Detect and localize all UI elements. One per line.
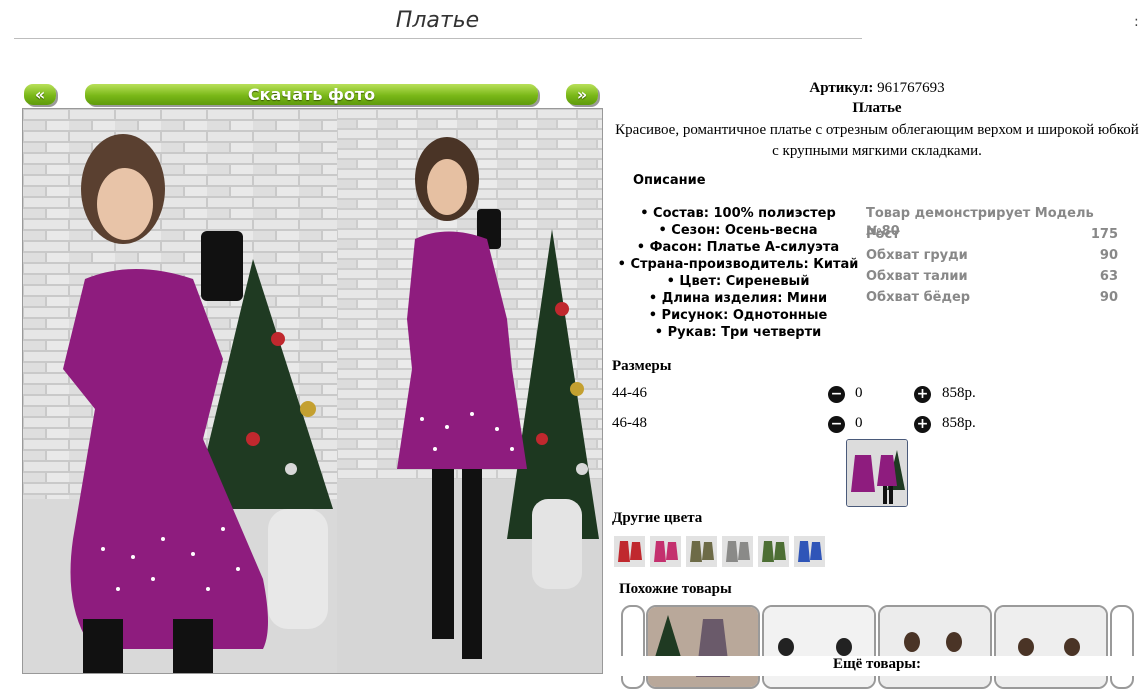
increase-quantity-button[interactable]: + [914,416,931,433]
corner-mark: : [1134,14,1139,30]
title-divider [14,38,862,39]
model-row-label: Обхват груди [866,248,968,263]
similar-product-card[interactable] [762,605,876,689]
color-thumbnail-image [722,536,753,567]
product-name: Платье [852,100,902,116]
more-products-label: Ещё товары: [612,656,1140,676]
model-row: Товар демонстрирует Модель №80 [866,205,1118,239]
quantity-value: 0 [855,415,863,431]
color-thumbnail[interactable] [650,536,681,567]
similar-product-card[interactable] [994,605,1108,689]
model-row: Обхват груди 90 [866,247,1118,268]
color-thumbnail[interactable] [614,536,645,567]
model-measurements: Товар демонстрирует Модель №80 Рост 175 О… [866,205,1118,310]
color-thumbnail[interactable] [758,536,789,567]
model-row: Рост 175 [866,226,1118,247]
decrease-quantity-button[interactable]: − [828,416,845,433]
article-value: 961767693 [877,80,945,96]
increase-quantity-button[interactable]: + [914,386,931,403]
quantity-value: 0 [855,385,863,401]
price-value: 858р. [942,385,976,401]
spec-item: • Страна-производитель: Китай [617,257,859,272]
photo-left [23,109,337,673]
photo-left-image [23,109,337,673]
similar-products-heading: Похожие товары [619,581,732,597]
similar-product-card[interactable] [621,605,645,689]
color-thumbnail-image [794,536,825,567]
size-label: 46-48 [612,415,647,431]
model-row-value: 175 [1090,227,1118,242]
photo-right [337,109,602,673]
other-colors-list [614,536,844,567]
product-photo[interactable] [22,108,603,674]
similar-product-card[interactable] [878,605,992,689]
size-row: 46-48 − 0 + 858р. [612,415,1032,435]
spec-item: • Длина изделия: Мини [648,291,828,306]
spec-item: • Фасон: Платье А-силуэта [636,240,840,255]
size-row: 44-46 − 0 + 858р. [612,385,1032,405]
color-thumbnail-image [686,536,717,567]
color-thumbnail-image [758,536,789,567]
size-label: 44-46 [612,385,647,401]
model-row-label: Обхват бёдер [866,290,971,305]
color-thumbnail[interactable] [686,536,717,567]
spec-item: • Цвет: Сиреневый [666,274,810,289]
model-row-label: Обхват талии [866,269,968,284]
model-row: Обхват бёдер 90 [866,289,1118,310]
similar-product-card[interactable] [1110,605,1134,689]
spec-item: • Рисунок: Однотонные [648,308,828,323]
photo-right-image [337,109,602,673]
similar-product-card[interactable] [646,605,760,689]
decrease-quantity-button[interactable]: − [828,386,845,403]
model-row-value: 90 [1099,248,1118,263]
model-row: Обхват талии 63 [866,268,1118,289]
spec-list: • Состав: 100% полиэстер • Сезон: Осень-… [612,205,864,341]
spec-item: • Рукав: Три четверти [654,325,822,340]
model-row-value: 63 [1099,269,1118,284]
model-row-label: Рост [866,227,900,242]
description-heading: Описание [633,173,706,188]
download-photo-button[interactable]: Скачать фото [85,84,538,105]
color-thumbnail-image [614,536,645,567]
color-thumbnail-image [650,536,681,567]
color-thumbnail[interactable] [722,536,753,567]
thumbnail-image [847,440,907,506]
sizes-heading: Размеры [612,358,672,374]
next-photo-button[interactable]: » [566,84,598,105]
spec-item: • Состав: 100% полиэстер [640,206,836,221]
product-description: Красивое, романтичное платье с отрезным … [615,122,1139,159]
page-title: Платье [395,8,480,33]
selected-color-thumbnail[interactable] [846,439,908,507]
spec-item: • Сезон: Осень-весна [658,223,818,238]
color-thumbnail[interactable] [794,536,825,567]
prev-photo-button[interactable]: « [24,84,56,105]
model-row-value: 90 [1099,290,1118,305]
article-label: Артикул: [809,80,874,96]
price-value: 858р. [942,415,976,431]
article-line: Артикул: 961767693 [612,80,1140,97]
other-colors-heading: Другие цвета [612,510,703,526]
